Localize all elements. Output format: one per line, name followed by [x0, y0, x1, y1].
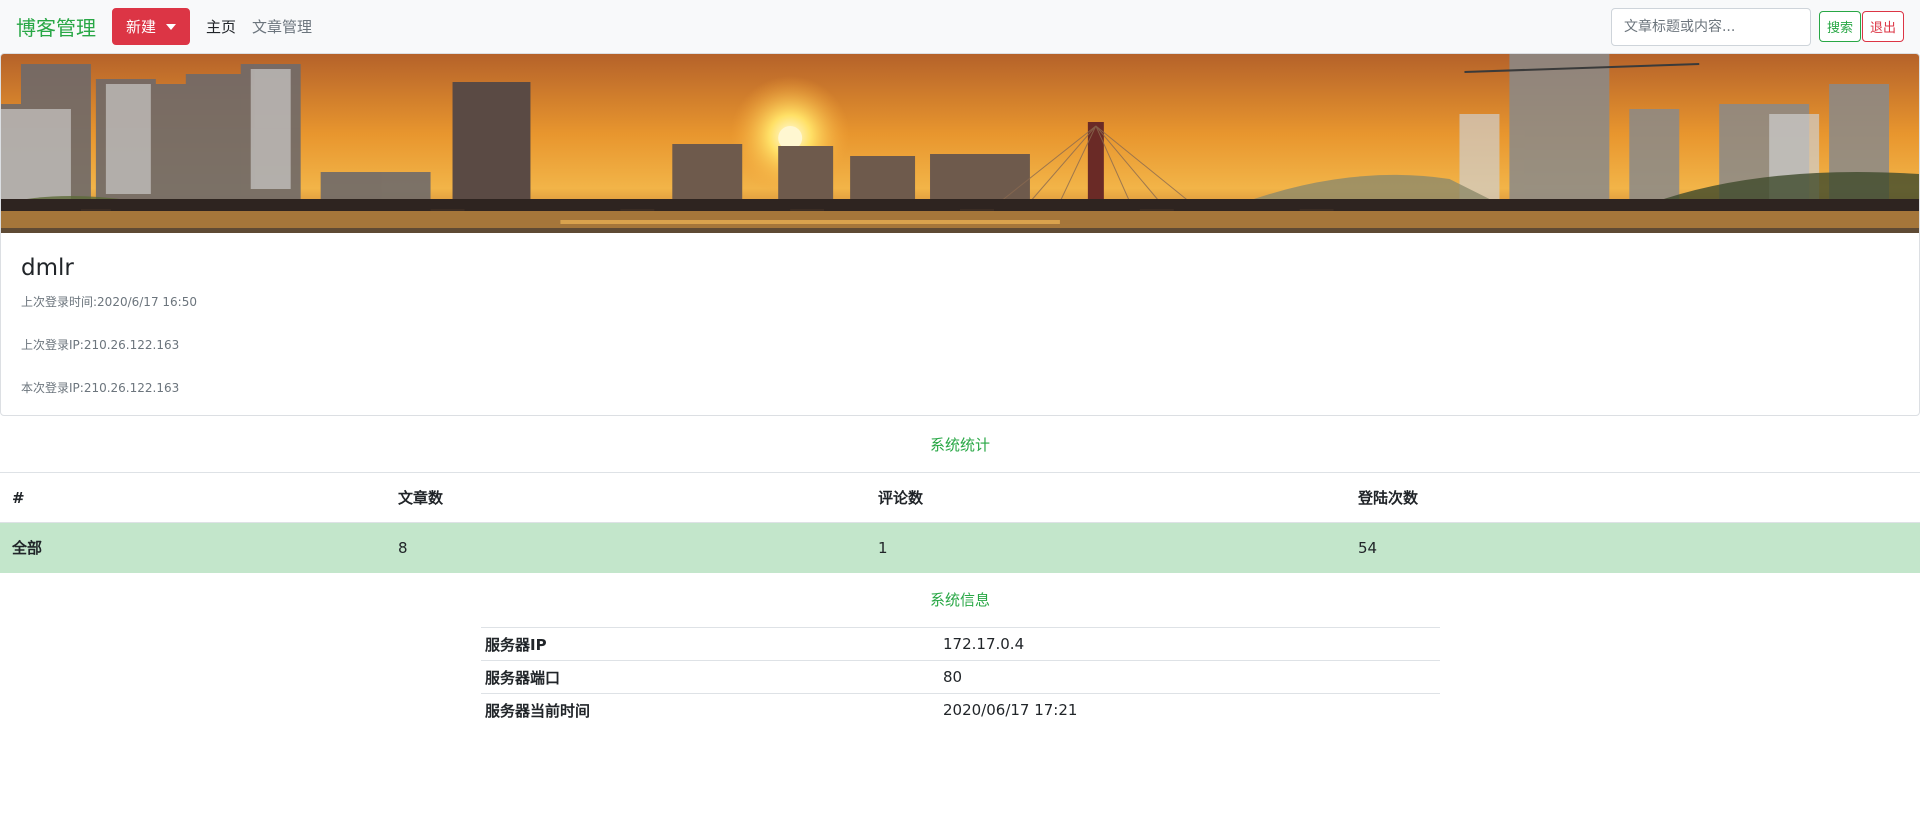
profile-card-body: dmlr 上次登录时间:2020/6/17 16:50 上次登录IP:210.2… — [1, 233, 1919, 415]
stats-articles-value: 8 — [386, 522, 866, 573]
current-login-ip: 本次登录IP:210.26.122.163 — [21, 381, 180, 395]
sysinfo-key: 服务器IP — [481, 627, 939, 661]
stats-header-hash: # — [0, 472, 386, 523]
sysinfo-value: 80 — [939, 660, 1440, 694]
username-heading: dmlr — [21, 255, 74, 281]
caret-down-icon — [166, 23, 177, 30]
nav-home-link[interactable]: 主页 — [206, 16, 244, 37]
sysinfo-value: 172.17.0.4 — [939, 627, 1440, 661]
nav-articles-link[interactable]: 文章管理 — [252, 16, 320, 37]
new-button-label: 新建 — [126, 19, 157, 36]
search-input[interactable] — [1610, 7, 1811, 46]
logout-button[interactable]: 退出 — [1861, 11, 1904, 42]
stats-header-articles: 文章数 — [386, 472, 866, 523]
sysinfo-value: 2020/06/17 17:21 — [939, 693, 1440, 727]
stats-comments-value: 1 — [866, 522, 1346, 573]
top-navbar: 博客管理 新建 主页 文章管理 搜索 退出 — [0, 0, 1920, 53]
last-login-time: 上次登录时间:2020/6/17 16:50 — [21, 295, 197, 309]
last-login-ip: 上次登录IP:210.26.122.163 — [21, 338, 180, 352]
new-dropdown-button[interactable]: 新建 — [112, 8, 191, 45]
search-button[interactable]: 搜索 — [1818, 11, 1861, 42]
stats-row-label: 全部 — [0, 522, 386, 573]
stats-table: # 文章数 评论数 登陆次数 全部 8 1 54 — [0, 472, 1920, 573]
table-row: 服务器IP 172.17.0.4 — [481, 627, 1440, 661]
stats-header-comments: 评论数 — [866, 472, 1346, 523]
sysinfo-key: 服务器端口 — [481, 660, 939, 694]
banner-image — [1, 54, 1919, 233]
sysinfo-title: 系统信息 — [929, 591, 990, 609]
stats-logins-value: 54 — [1346, 522, 1920, 573]
brand-link[interactable]: 博客管理 — [16, 12, 96, 41]
table-row: 服务器端口 80 — [481, 660, 1440, 694]
table-row: 服务器当前时间 2020/06/17 17:21 — [481, 693, 1440, 727]
stats-title: 系统统计 — [929, 436, 990, 454]
stats-header-row: # 文章数 评论数 登陆次数 — [0, 472, 1920, 523]
profile-card: dmlr 上次登录时间:2020/6/17 16:50 上次登录IP:210.2… — [0, 53, 1920, 416]
search-form: 搜索 退出 — [1610, 7, 1904, 46]
stats-header-logins: 登陆次数 — [1346, 472, 1920, 523]
sysinfo-table: 服务器IP 172.17.0.4 服务器端口 80 服务器当前时间 2020/0… — [481, 627, 1440, 727]
sysinfo-key: 服务器当前时间 — [481, 693, 939, 727]
table-row: 全部 8 1 54 — [0, 522, 1920, 573]
